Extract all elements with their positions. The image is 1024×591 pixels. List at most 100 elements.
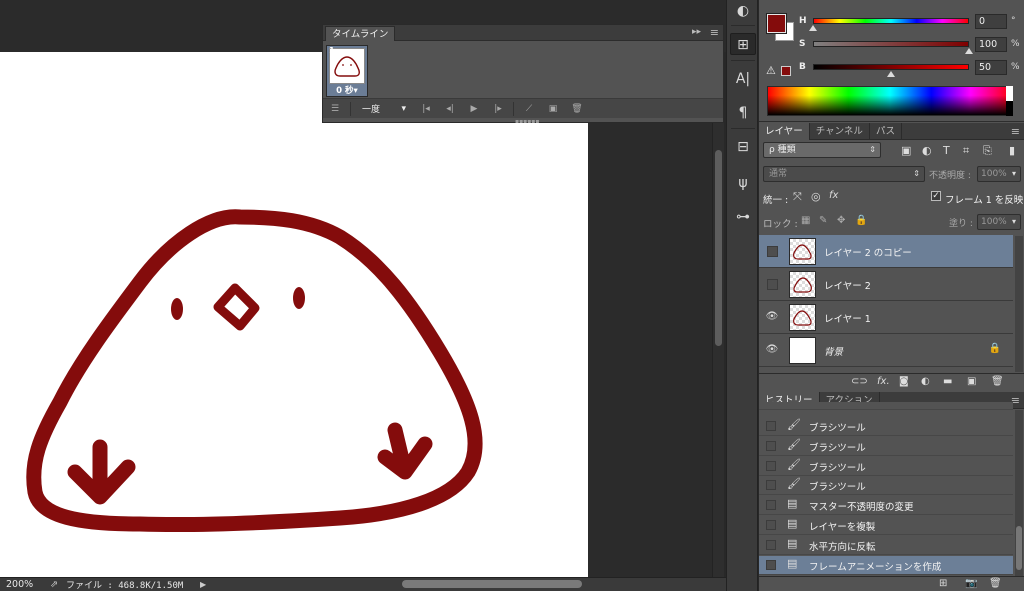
history-item[interactable]: 🖌 ブラシツール bbox=[759, 437, 1013, 456]
saturation-value[interactable]: 100 bbox=[975, 37, 1007, 52]
filter-toggle-icon[interactable]: ▮ bbox=[1009, 144, 1015, 157]
color-spectrum[interactable] bbox=[767, 86, 1013, 116]
gamut-warning-swatch[interactable] bbox=[781, 66, 791, 76]
layer-filter-dropdown[interactable]: ρ 種類 ⇕ bbox=[763, 142, 881, 158]
layer-name[interactable]: レイヤー 2 bbox=[824, 278, 871, 292]
new-document-from-state-icon[interactable]: ⊞ bbox=[939, 578, 947, 589]
tab-paths[interactable]: パス bbox=[870, 123, 902, 140]
panel-menu-icon[interactable]: ≡ bbox=[710, 26, 719, 39]
animation-frame[interactable]: 1 0 秒▾ bbox=[326, 45, 368, 97]
filter-shape-icon[interactable]: ⌗ bbox=[963, 144, 969, 158]
unify-style-icon[interactable]: fx bbox=[829, 190, 838, 201]
new-layer-icon[interactable]: ▣ bbox=[967, 376, 976, 387]
duplicate-frame-icon[interactable]: ▣ bbox=[541, 104, 565, 114]
link-layers-icon[interactable]: ⊂⊃ bbox=[851, 376, 868, 387]
loop-options-dropdown[interactable]: 一度 ▾ bbox=[358, 102, 410, 116]
unify-position-icon[interactable]: ⤧ bbox=[793, 190, 802, 204]
layer-name[interactable]: レイヤー 2 のコピー bbox=[824, 245, 912, 259]
delete-state-icon[interactable]: 🗑 bbox=[989, 578, 1002, 589]
paragraph-icon[interactable]: ¶ bbox=[730, 102, 756, 124]
status-menu-arrow-icon[interactable]: ▶ bbox=[200, 580, 218, 589]
layer-row[interactable]: 👁 レイヤー 1 bbox=[759, 301, 1013, 334]
character-icon[interactable]: A| bbox=[730, 68, 756, 90]
share-icon[interactable]: ⇗ bbox=[42, 579, 66, 590]
layer-row[interactable]: レイヤー 2 のコピー bbox=[759, 235, 1013, 268]
history-scroll-thumb[interactable] bbox=[1016, 526, 1022, 570]
tab-layers[interactable]: レイヤー bbox=[759, 123, 810, 140]
new-group-icon[interactable]: ▬ bbox=[943, 376, 952, 387]
layers-scrollbar[interactable] bbox=[1015, 236, 1023, 372]
filter-type-icon[interactable]: T bbox=[943, 144, 950, 157]
history-scrollbar[interactable] bbox=[1015, 410, 1023, 576]
white-swatch[interactable] bbox=[1006, 86, 1013, 101]
propagate-frame-label: フレーム 1 を反映 bbox=[945, 195, 1024, 206]
previous-frame-icon[interactable]: ◂| bbox=[438, 104, 462, 114]
layer-name[interactable]: 背景 bbox=[824, 344, 843, 358]
layer-thumbnail bbox=[789, 337, 816, 364]
first-frame-icon[interactable]: |◂ bbox=[414, 104, 438, 114]
layer-row[interactable]: 👁 背景 🔒 bbox=[759, 334, 1013, 367]
history-item[interactable]: 🖌 ブラシツール bbox=[759, 457, 1013, 476]
history-item[interactable]: ▤ マスター不透明度の変更 bbox=[759, 496, 1013, 515]
hue-value[interactable]: 0 bbox=[975, 14, 1007, 29]
filter-smartobject-icon[interactable]: ⎘ bbox=[983, 144, 992, 158]
vertical-scroll-thumb[interactable] bbox=[715, 150, 722, 346]
lock-all-icon[interactable]: 🔒 bbox=[855, 215, 867, 226]
brightness-slider[interactable]: B 50 % bbox=[799, 60, 1024, 77]
new-adjustment-icon[interactable]: ◐ bbox=[921, 376, 930, 387]
timeline-toggle-icon[interactable]: ⊞ bbox=[730, 33, 756, 55]
history-item[interactable]: ▤ 水平方向に反転 bbox=[759, 536, 1013, 555]
gamut-warning-icon[interactable]: ⚠ bbox=[766, 64, 776, 77]
adjustments-icon[interactable]: ◐ bbox=[730, 0, 756, 22]
layers-panel-menu-icon[interactable]: ≡ bbox=[1011, 125, 1020, 138]
history-item[interactable]: 🖌 ブラシツール bbox=[759, 476, 1013, 495]
history-item[interactable]: ▤ フレームアニメーションを作成 bbox=[759, 556, 1013, 575]
delete-frame-icon[interactable]: 🗑 bbox=[565, 104, 589, 114]
fill-field[interactable]: 100% ▾ bbox=[977, 214, 1021, 230]
brush-presets-icon[interactable]: ψ bbox=[730, 172, 756, 194]
saturation-slider[interactable]: S 100 % bbox=[799, 37, 1024, 54]
tween-icon[interactable]: ⟋ bbox=[517, 104, 541, 114]
brightness-value[interactable]: 50 bbox=[975, 60, 1007, 75]
eye-icon[interactable]: 👁 bbox=[765, 310, 779, 324]
next-frame-icon[interactable]: |▸ bbox=[486, 104, 510, 114]
layer-name[interactable]: レイヤー 1 bbox=[824, 311, 871, 325]
visibility-toggle[interactable] bbox=[767, 279, 778, 290]
layer-style-icon[interactable]: fx. bbox=[877, 376, 890, 387]
lock-transparent-icon[interactable]: ▦ bbox=[801, 215, 810, 226]
status-bar: 200% ⇗ ファイル : 468.8K/1.50M ▶ bbox=[0, 577, 726, 591]
blend-mode-dropdown[interactable]: 通常 ⇕ bbox=[763, 166, 925, 182]
resize-grip-icon[interactable]: ▪▪▪▪▪▪ bbox=[515, 118, 539, 125]
filter-adjustment-icon[interactable]: ◐ bbox=[922, 144, 932, 157]
snapshot-icon[interactable]: 📷 bbox=[965, 578, 977, 589]
delete-layer-icon[interactable]: 🗑 bbox=[991, 376, 1004, 387]
unify-visibility-icon[interactable]: ◎ bbox=[811, 190, 821, 203]
frame-delay[interactable]: 0 秒▾ bbox=[327, 84, 367, 96]
tab-timeline[interactable]: タイムライン bbox=[325, 26, 396, 41]
bird-left-foot bbox=[67, 439, 136, 505]
visibility-toggle[interactable] bbox=[767, 246, 778, 257]
zoom-level[interactable]: 200% bbox=[0, 579, 42, 590]
properties-icon[interactable]: ⊟ bbox=[730, 136, 756, 158]
add-mask-icon[interactable]: ◙ bbox=[899, 376, 909, 387]
document-canvas[interactable] bbox=[0, 52, 588, 577]
history-item[interactable]: 🖌 ブラシツール bbox=[759, 417, 1013, 436]
vertical-scrollbar[interactable] bbox=[712, 52, 724, 577]
play-icon[interactable]: ▶ bbox=[462, 104, 486, 114]
collapse-icon[interactable]: ▸▸ bbox=[692, 27, 701, 37]
opacity-field[interactable]: 100% ▾ bbox=[977, 166, 1021, 182]
hue-slider[interactable]: H 0 ° bbox=[799, 14, 1024, 31]
history-item[interactable]: ▤ レイヤーを複製 bbox=[759, 516, 1013, 535]
propagate-frame-checkbox[interactable]: ✓ bbox=[931, 191, 941, 201]
layer-row[interactable]: レイヤー 2 bbox=[759, 268, 1013, 301]
foreground-color-swatch[interactable] bbox=[766, 13, 787, 34]
black-swatch[interactable] bbox=[1006, 101, 1013, 116]
convert-timeline-icon[interactable]: ☰ bbox=[323, 104, 347, 114]
tab-channels[interactable]: チャンネル bbox=[810, 123, 870, 140]
sliders-icon[interactable]: ⊶ bbox=[730, 206, 756, 228]
horizontal-scroll-thumb[interactable] bbox=[402, 580, 582, 588]
filter-pixel-icon[interactable]: ▣ bbox=[901, 144, 911, 157]
eye-icon[interactable]: 👁 bbox=[765, 343, 779, 357]
lock-pixels-icon[interactable]: ✎ bbox=[819, 215, 827, 226]
lock-position-icon[interactable]: ✥ bbox=[837, 215, 845, 226]
